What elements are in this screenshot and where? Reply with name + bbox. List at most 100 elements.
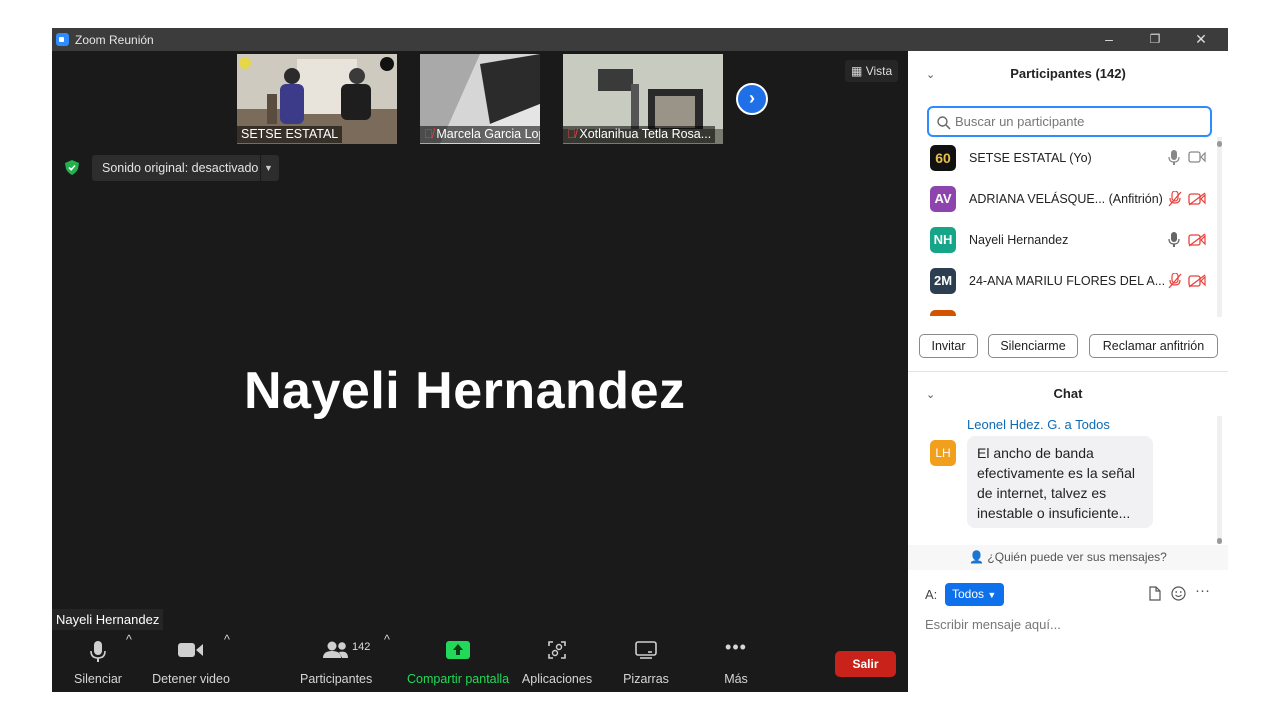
participant-name-label: SETSE ESTATAL bbox=[237, 126, 343, 143]
share-screen-button[interactable]: Compartir pantalla bbox=[407, 633, 509, 692]
participant-name: Marcela Garcia Lopez bbox=[436, 127, 540, 141]
video-tile-xotlanihua[interactable]: 🎙̸ Xotlanihua Tetla Rosa... bbox=[563, 54, 723, 144]
chat-sender: Leonel Hdez. G. a Todos bbox=[967, 417, 1110, 432]
avatar: 2M bbox=[930, 268, 956, 294]
participant-name: Nayeli Hernandez bbox=[969, 233, 1069, 247]
muted-mic-icon: 🎙̸ bbox=[424, 127, 434, 141]
microphone-muted-icon bbox=[1168, 191, 1182, 207]
whiteboards-button[interactable]: Pizarras bbox=[618, 633, 674, 692]
recipient-dropdown[interactable]: Todos ▼ bbox=[945, 583, 1004, 606]
apps-button[interactable]: Aplicaciones bbox=[520, 633, 594, 692]
participant-row[interactable]: AV ADRIANA VELÁSQUE... (Anfitrión) bbox=[930, 184, 1212, 214]
participant-name-label: 🎙̸ Xotlanihua Tetla Rosa... bbox=[563, 126, 716, 143]
camera-off-icon bbox=[1188, 192, 1206, 206]
participant-name: 24-ANA MARILU FLORES DEL A... bbox=[969, 274, 1166, 288]
original-sound-toggle[interactable]: Sonido original: desactivado ▼ bbox=[92, 155, 279, 181]
microphone-on-icon bbox=[1168, 232, 1180, 247]
participant-name-label: 🎙̸Marcela Garcia Lopez bbox=[420, 126, 540, 143]
recipient-value: Todos bbox=[952, 587, 985, 601]
participants-label: Participantes bbox=[300, 672, 373, 686]
mute-options-caret-icon[interactable]: ^ bbox=[126, 633, 132, 692]
leave-meeting-button[interactable]: Salir bbox=[835, 651, 896, 677]
video-options-caret-icon[interactable]: ^ bbox=[224, 633, 230, 692]
next-page-button[interactable]: › bbox=[736, 83, 768, 115]
recipient-label: A: bbox=[925, 587, 938, 602]
person-visibility-icon: 👤 bbox=[969, 550, 985, 564]
side-panel: ⌄ Participantes (142) Buscar un particip… bbox=[908, 51, 1228, 692]
zoom-window: Zoom Reunión – ❐ ✕ SETSE ESTATAL 🎙̸ Marc… bbox=[52, 28, 1228, 692]
participants-scrollbar[interactable] bbox=[1217, 137, 1222, 317]
share-screen-label: Compartir pantalla bbox=[407, 672, 510, 686]
who-can-see-label: ¿Quién puede ver sus mensajes? bbox=[987, 550, 1167, 564]
participants-options-caret-icon[interactable]: ^ bbox=[384, 633, 390, 692]
participant-row[interactable]: 2M 24-ANA MARILU FLORES DEL A... bbox=[930, 266, 1212, 296]
grid-icon: ▦ bbox=[851, 64, 863, 78]
zoom-logo-icon bbox=[56, 33, 69, 46]
stop-video-button[interactable]: Detener video bbox=[152, 633, 230, 692]
view-button-label: Vista bbox=[865, 64, 893, 78]
camera-off-icon bbox=[1188, 274, 1206, 288]
participants-title: Participantes (142) bbox=[1010, 66, 1126, 81]
more-label: Más bbox=[724, 672, 748, 686]
more-options-icon[interactable]: ··· bbox=[1195, 582, 1210, 599]
more-dots-icon: ••• bbox=[725, 637, 747, 657]
invite-button[interactable]: Invitar bbox=[919, 334, 978, 358]
mute-button[interactable]: Silenciar bbox=[70, 633, 126, 692]
video-area: SETSE ESTATAL 🎙̸Marcela Garcia Lopez bbox=[52, 51, 908, 692]
search-icon bbox=[937, 116, 951, 130]
chat-message-input[interactable] bbox=[925, 613, 1215, 635]
claim-host-button[interactable]: Reclamar anfitrión bbox=[1089, 334, 1218, 358]
chat-scrollbar[interactable] bbox=[1217, 416, 1222, 544]
microphone-on-icon bbox=[1168, 150, 1180, 165]
camera-off-icon bbox=[1188, 233, 1206, 247]
emoji-icon[interactable] bbox=[1171, 586, 1186, 604]
close-button[interactable]: ✕ bbox=[1178, 29, 1224, 49]
view-button[interactable]: ▦ Vista bbox=[845, 60, 899, 82]
original-sound-label: Sonido original: desactivado bbox=[102, 161, 259, 175]
divider bbox=[260, 155, 261, 181]
share-screen-icon bbox=[407, 633, 509, 663]
encryption-shield-icon[interactable] bbox=[65, 160, 79, 175]
file-icon[interactable] bbox=[1149, 586, 1161, 604]
video-tile-setse[interactable]: SETSE ESTATAL bbox=[237, 54, 397, 144]
participants-count-badge: 142 bbox=[352, 641, 371, 653]
microphone-icon bbox=[70, 633, 126, 663]
video-tile-marcela[interactable]: 🎙̸Marcela Garcia Lopez bbox=[420, 54, 540, 144]
participant-name: ADRIANA VELÁSQUE... (Anfitrión) bbox=[969, 192, 1163, 206]
microphone-muted-icon bbox=[1168, 273, 1182, 289]
muted-mic-icon: 🎙̸ bbox=[567, 127, 577, 141]
stop-video-label: Detener video bbox=[152, 672, 230, 686]
window-title: Zoom Reunión bbox=[75, 33, 154, 47]
participant-row[interactable]: NH Nayeli Hernandez bbox=[930, 225, 1212, 255]
avatar-partial bbox=[930, 310, 956, 316]
dropdown-caret-icon[interactable]: ▼ bbox=[264, 155, 273, 181]
participant-search-input[interactable]: Buscar un participante bbox=[927, 106, 1212, 137]
chevron-down-icon: ▼ bbox=[987, 590, 997, 600]
whiteboards-label: Pizarras bbox=[623, 672, 669, 686]
panel-divider bbox=[908, 371, 1228, 372]
search-placeholder: Buscar un participante bbox=[955, 114, 1085, 129]
avatar: AV bbox=[930, 186, 956, 212]
title-bar: Zoom Reunión – ❐ ✕ bbox=[52, 28, 1228, 51]
chat-message: El ancho de banda efectivamente es la se… bbox=[967, 436, 1153, 528]
speaker-name-tag: Nayeli Hernandez bbox=[52, 609, 164, 630]
mute-me-button[interactable]: Silenciarme bbox=[988, 334, 1078, 358]
apps-label: Aplicaciones bbox=[521, 672, 593, 686]
more-button[interactable]: ••• Más bbox=[714, 633, 758, 692]
avatar: NH bbox=[930, 227, 956, 253]
participant-row[interactable]: 60 SETSE ESTATAL (Yo) bbox=[930, 143, 1212, 173]
participants-button[interactable]: 142 Participantes bbox=[300, 633, 372, 692]
avatar: 60 bbox=[930, 145, 956, 171]
camera-on-icon bbox=[1188, 151, 1206, 163]
participant-name: SETSE ESTATAL (Yo) bbox=[969, 151, 1092, 165]
whiteboard-icon bbox=[618, 633, 674, 663]
mute-label: Silenciar bbox=[74, 672, 122, 686]
minimize-button[interactable]: – bbox=[1086, 29, 1132, 49]
restore-button[interactable]: ❐ bbox=[1132, 29, 1178, 49]
participants-icon: 142 bbox=[300, 633, 372, 663]
who-can-see-messages-link[interactable]: 👤 ¿Quién puede ver sus mensajes? bbox=[908, 545, 1228, 570]
apps-icon bbox=[520, 633, 594, 663]
participant-name: Xotlanihua Tetla Rosa... bbox=[579, 127, 712, 141]
avatar: LH bbox=[930, 440, 956, 466]
video-camera-icon bbox=[152, 633, 230, 663]
